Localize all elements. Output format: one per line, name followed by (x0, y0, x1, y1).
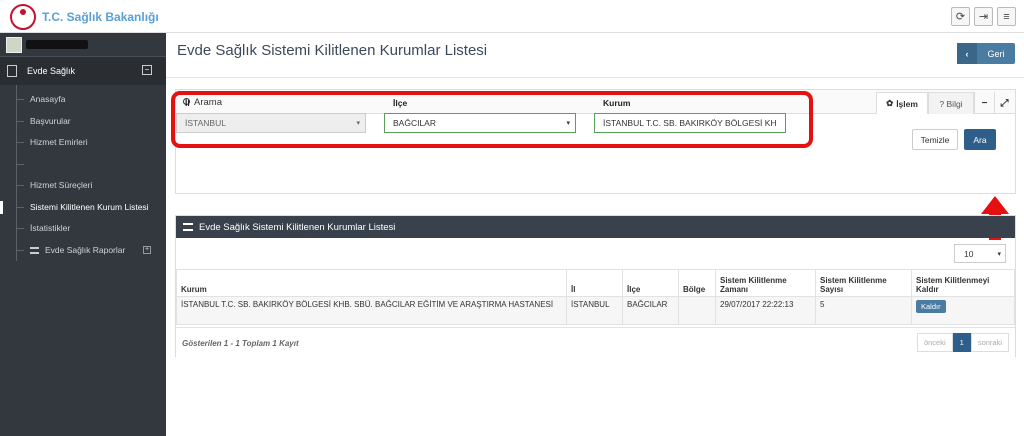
menu-button[interactable]: ≡ (997, 7, 1016, 26)
column-header-sayi[interactable]: Sistem Kilitlenme Sayısı (815, 269, 912, 297)
divider (166, 77, 1024, 78)
tab-islem[interactable]: ✿ İşlem (876, 92, 928, 114)
ilce-label: İlçe (393, 98, 408, 108)
refresh-button[interactable]: ⟳ (951, 7, 970, 26)
clear-button[interactable]: Temizle (912, 129, 958, 150)
pagination: önceki 1 sonraki (916, 333, 1009, 352)
kurum-input[interactable]: İSTANBUL T.C. SB. BAKIRKÖY BÖLGESİ KH (594, 113, 786, 133)
logout-button[interactable]: ⇥ (974, 7, 993, 26)
sidebar-nav: Anasayfa Başvurular Hizmet Emirleri Hizm… (0, 85, 166, 261)
table-row: İSTANBUL T.C. SB. BAKIRKÖY BÖLGESİ KHB. … (176, 296, 1015, 325)
sidebar-item-blank[interactable] (0, 154, 166, 176)
tab-islem-label: İşlem (896, 98, 918, 109)
column-header-il[interactable]: İl (566, 269, 623, 297)
ilce-select-value: BAĞCILAR (393, 118, 436, 128)
expand-icon[interactable]: + (143, 245, 151, 254)
page-size-value: 10 (964, 248, 974, 259)
cell-il: İSTANBUL (566, 296, 623, 325)
ilce-select[interactable]: BAĞCILAR ▾ (384, 113, 576, 133)
page-title: Evde Sağlık Sistemi Kilitlenen Kurumlar … (177, 42, 488, 59)
sidebar-item-kilitlenen-kurum[interactable]: Sistemi Kilitlenen Kurum Listesi (0, 197, 166, 219)
list-footer: Gösterilen 1 - 1 Toplam 1 Kayıt önceki 1… (176, 327, 1015, 357)
sidebar-item-raporlar[interactable]: Evde Sağlık Raporlar + (0, 240, 166, 262)
cell-sayi: 5 (815, 296, 912, 325)
top-actions: ⟳ ⇥ ≡ (951, 7, 1016, 26)
pager-next[interactable]: sonraki (970, 333, 1009, 352)
sidebar-item-istatistikler[interactable]: İstatistikler (0, 218, 166, 240)
gear-icon: ✿ (886, 98, 894, 108)
record-count: Gösterilen 1 - 1 Toplam 1 Kayıt (182, 339, 299, 348)
column-header-bolge[interactable]: Bölge (678, 269, 716, 297)
table-header-row: Kurum İl İlçe Bölge Sistem Kilitlenme Za… (176, 269, 1015, 297)
list-panel: Evde Sağlık Sistemi Kilitlenen Kurumlar … (175, 215, 1016, 357)
chevron-left-icon: ‹ (957, 43, 977, 64)
clipboard-icon (7, 65, 17, 77)
ministry-emblem-icon (10, 4, 36, 30)
column-header-kurum[interactable]: Kurum (176, 269, 567, 297)
expand-button[interactable]: ⤢ (994, 92, 1014, 114)
pager-prev[interactable]: önceki (916, 333, 953, 352)
il-label: İl (185, 98, 190, 108)
page-size-select[interactable]: 10 ▾ (954, 244, 1006, 263)
unlock-button[interactable]: Kaldır (916, 300, 946, 313)
chevron-down-icon: ▾ (566, 120, 570, 127)
back-button[interactable]: ‹ Geri (957, 43, 1015, 64)
minimize-button[interactable]: − (974, 92, 994, 114)
sidebar-item-hizmet-emirleri[interactable]: Hizmet Emirleri (0, 132, 166, 154)
module-label: Evde Sağlık (27, 66, 76, 76)
user-profile[interactable] (0, 33, 166, 57)
avatar (6, 36, 22, 53)
sidebar-item-anasayfa[interactable]: Anasayfa (0, 89, 166, 111)
list-icon (183, 223, 193, 231)
il-select[interactable]: İSTANBUL ▾ (176, 113, 366, 133)
list-title: Evde Sağlık Sistemi Kilitlenen Kurumlar … (199, 221, 396, 233)
cell-kaldir: Kaldır (911, 296, 1015, 325)
column-header-kaldir[interactable]: Sistem Kilitlenmeyi Kaldır (911, 269, 1015, 297)
results-table: Kurum İl İlçe Bölge Sistem Kilitlenme Za… (176, 269, 1015, 325)
username-redacted (26, 40, 88, 49)
chevron-down-icon: ▾ (356, 120, 360, 127)
kurum-label: Kurum (603, 98, 631, 108)
cell-zaman: 29/07/2017 22:22:13 (715, 296, 816, 325)
chevron-down-icon: ▾ (997, 251, 1001, 258)
column-header-ilce[interactable]: İlçe (622, 269, 679, 297)
list-icon (30, 246, 39, 254)
sidebar-item-hizmet-surecleri[interactable]: Hizmet Süreçleri (0, 175, 166, 197)
brand-name: T.C. Sağlık Bakanlığı (42, 10, 159, 24)
pager-current[interactable]: 1 (952, 333, 971, 352)
column-header-zaman[interactable]: Sistem Kilitlenme Zamanı (715, 269, 816, 297)
module-header[interactable]: Evde Sağlık − (0, 57, 166, 85)
cell-ilce: BAĞCILAR (622, 296, 679, 325)
sidebar-item-basvurular[interactable]: Başvurular (0, 111, 166, 133)
cell-kurum: İSTANBUL T.C. SB. BAKIRKÖY BÖLGESİ KHB. … (176, 296, 567, 325)
collapse-icon[interactable]: − (142, 65, 152, 75)
main-content: Evde Sağlık Sistemi Kilitlenen Kurumlar … (166, 33, 1024, 436)
il-select-value: İSTANBUL (185, 118, 226, 128)
search-button[interactable]: Ara (964, 129, 996, 150)
list-panel-header: Evde Sağlık Sistemi Kilitlenen Kurumlar … (176, 216, 1015, 238)
brand-logo[interactable]: T.C. Sağlık Bakanlığı (10, 4, 159, 30)
back-button-label: Geri (987, 48, 1005, 59)
top-bar: T.C. Sağlık Bakanlığı ⟳ ⇥ ≡ (0, 0, 1024, 33)
sidebar: Evde Sağlık − Anasayfa Başvurular Hizmet… (0, 33, 166, 436)
tab-bilgi[interactable]: ? Bilgi (928, 92, 974, 114)
sidebar-item-raporlar-label: Evde Sağlık Raporlar (45, 244, 126, 255)
cell-bolge (678, 296, 716, 325)
